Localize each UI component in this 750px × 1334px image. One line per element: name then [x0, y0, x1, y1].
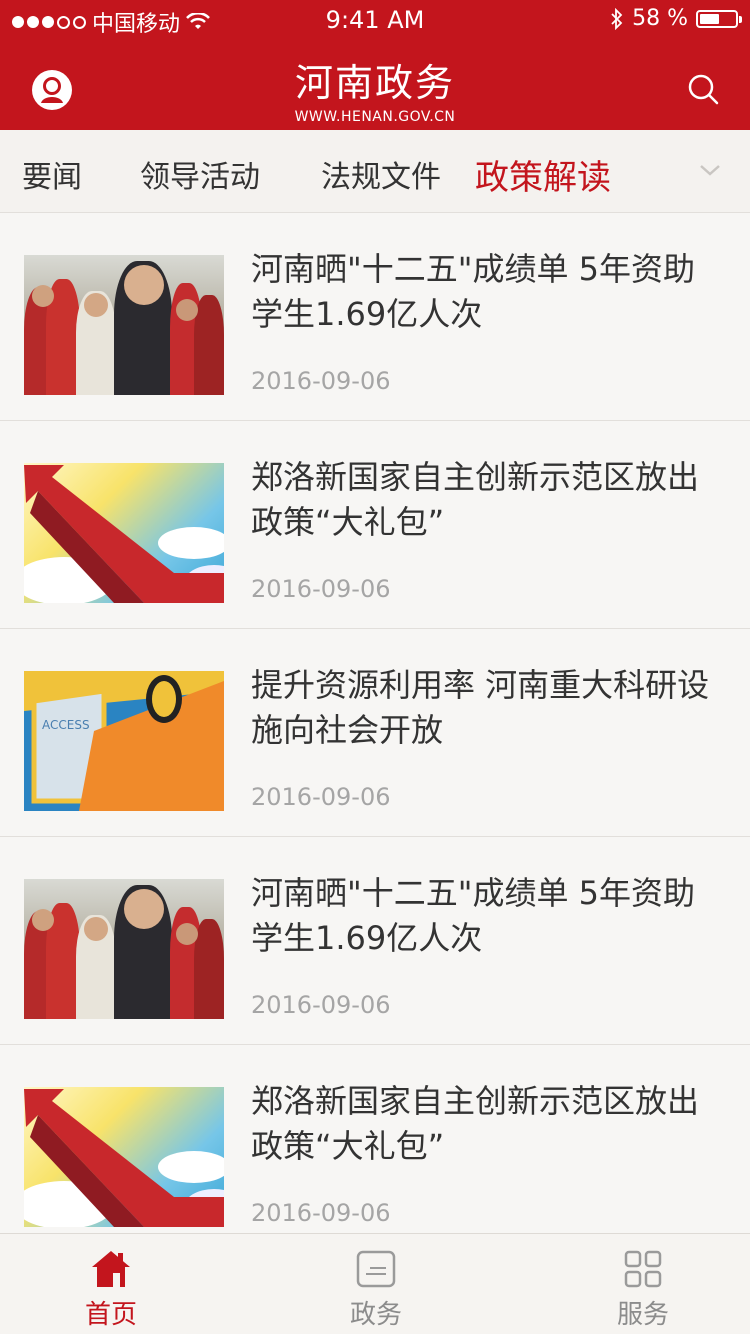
tab-news[interactable]: 要闻	[22, 152, 82, 196]
tabbar-home[interactable]: 首页	[51, 1248, 171, 1331]
bottom-tab-bar: 首页 政务 服务	[0, 1233, 750, 1334]
news-date: 2016-09-06	[251, 783, 391, 811]
news-date: 2016-09-06	[251, 367, 391, 395]
news-date: 2016-09-06	[251, 991, 391, 1019]
news-date: 2016-09-06	[251, 1199, 391, 1227]
app-brand: 河南政务 WWW.HENAN.GOV.CN	[0, 52, 750, 125]
news-thumbnail	[24, 463, 224, 603]
navigation-bar: 河南政务 WWW.HENAN.GOV.CN	[0, 40, 750, 130]
grid-icon	[624, 1250, 662, 1288]
tab-regulations[interactable]: 法规文件	[321, 152, 441, 196]
app-subtitle: WWW.HENAN.GOV.CN	[294, 109, 456, 125]
document-icon	[356, 1250, 396, 1288]
chevron-down-icon[interactable]	[698, 158, 722, 182]
news-title: 郑洛新国家自主创新示范区放出政策“大礼包”	[251, 458, 700, 541]
list-item[interactable]: 河南晒"十二五"成绩单 5年资助学生1.69亿人次 2016-09-06	[0, 213, 750, 421]
list-item[interactable]: ACCESS 提升资源利用率 河南重大科研设施向社会开放 2016-09-06	[0, 629, 750, 837]
tab-leader-activities[interactable]: 领导活动	[140, 152, 260, 196]
header: 中国移动 9:41 AM 58 % 河南政务 WWW.HENAN.GOV.CN	[0, 0, 750, 130]
news-title: 河南晒"十二五"成绩单 5年资助学生1.69亿人次	[251, 250, 695, 333]
tabbar-services-label: 服务	[616, 1300, 669, 1330]
search-icon[interactable]	[686, 72, 720, 106]
category-tabs: 要闻 领导活动 法规文件 政策解读	[0, 130, 750, 213]
news-thumbnail	[24, 879, 224, 1019]
home-icon	[92, 1251, 130, 1287]
tabbar-home-label: 首页	[84, 1300, 137, 1330]
news-thumbnail: ACCESS	[24, 671, 224, 811]
news-title: 河南晒"十二五"成绩单 5年资助学生1.69亿人次	[251, 874, 695, 957]
svg-text:ACCESS: ACCESS	[42, 718, 90, 732]
app-title: 河南政务	[294, 61, 455, 105]
tabbar-government[interactable]: 政务	[316, 1248, 436, 1331]
tab-policy-interpretation[interactable]: 政策解读	[475, 150, 611, 199]
tabbar-government-label: 政务	[349, 1300, 402, 1330]
battery-icon	[696, 9, 742, 28]
bluetooth-icon	[611, 7, 623, 30]
list-item[interactable]: 郑洛新国家自主创新示范区放出政策“大礼包” 2016-09-06	[0, 1045, 750, 1252]
news-thumbnail	[24, 255, 224, 395]
status-bar: 中国移动 9:41 AM 58 %	[0, 0, 750, 40]
news-list: 河南晒"十二五"成绩单 5年资助学生1.69亿人次 2016-09-06 郑洛新…	[0, 213, 750, 1252]
battery-percent: 58 %	[632, 6, 688, 31]
list-item[interactable]: 郑洛新国家自主创新示范区放出政策“大礼包” 2016-09-06	[0, 421, 750, 629]
list-item[interactable]: 河南晒"十二五"成绩单 5年资助学生1.69亿人次 2016-09-06	[0, 837, 750, 1045]
tabbar-services[interactable]: 服务	[583, 1248, 703, 1331]
news-date: 2016-09-06	[251, 575, 391, 603]
news-thumbnail	[24, 1087, 224, 1227]
news-title: 郑洛新国家自主创新示范区放出政策“大礼包”	[251, 1082, 700, 1165]
news-title: 提升资源利用率 河南重大科研设施向社会开放	[251, 666, 710, 749]
